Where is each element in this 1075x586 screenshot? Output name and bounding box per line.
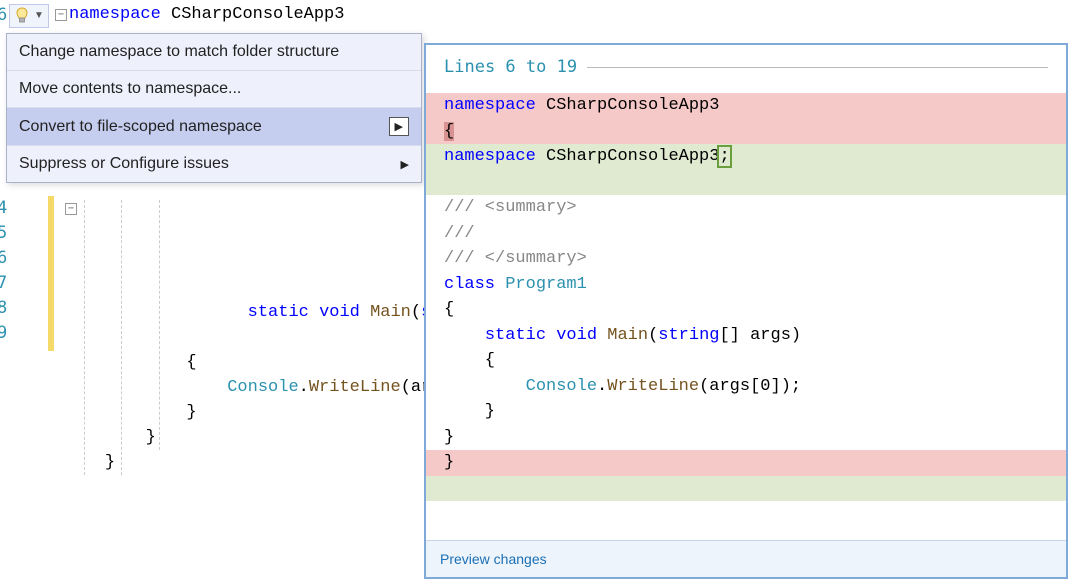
menu-item-move-contents[interactable]: Move contents to namespace... [7, 71, 421, 108]
line-number: 6 [0, 5, 7, 25]
namespace-name: CSharpConsoleApp3 [171, 5, 344, 24]
menu-item-change-namespace[interactable]: Change namespace to match folder structu… [7, 34, 421, 71]
code-line: class Program1 [426, 272, 1066, 298]
code-line: /// [426, 221, 1066, 247]
diff-removed-line: { [426, 119, 1066, 145]
fold-toggle[interactable] [55, 9, 67, 21]
submenu-arrow-icon: ▶ [401, 158, 409, 171]
line-number: 5 [0, 223, 7, 243]
preview-changes-link[interactable]: Preview changes [440, 551, 547, 567]
lightbulb-menu: Change namespace to match folder structu… [6, 33, 422, 183]
menu-item-suppress-configure[interactable]: Suppress or Configure issues ▶ [7, 146, 421, 182]
code-line: } [426, 425, 1066, 451]
preview-footer: Preview changes [426, 540, 1066, 577]
code-line: } [426, 399, 1066, 425]
diff-added-line: namespace CSharpConsoleApp3; [426, 144, 1066, 170]
code-line: Console.WriteLine(args[0]); [426, 374, 1066, 400]
code-line: { [426, 348, 1066, 374]
preview-title: Lines 6 to 19 [444, 57, 577, 77]
lightbulb-icon [14, 7, 30, 25]
lightbulb-button[interactable]: ▼ [9, 4, 49, 28]
line-number: 6 [0, 248, 7, 268]
chevron-down-icon: ▼ [34, 11, 44, 21]
change-indicator-bar [48, 196, 54, 351]
keyword: namespace [69, 5, 161, 24]
diff-removed-line: namespace CSharpConsoleApp3 [426, 93, 1066, 119]
code-line[interactable]: namespace CSharpConsoleApp3 [69, 5, 344, 24]
code-line: /// </summary> [426, 246, 1066, 272]
diff-added-line [426, 170, 1066, 196]
lightbulb-actions: ▼ [9, 4, 49, 28]
code-line: static void Main(string[] args) [426, 323, 1066, 349]
diff-removed-line: } [426, 450, 1066, 476]
code-line: { [426, 297, 1066, 323]
code-editor: 6 4 5 6 7 8 9 ▼ namespace CSharpConsoleA… [0, 0, 1075, 586]
line-number: 9 [0, 323, 7, 343]
divider [587, 67, 1048, 68]
code-line: /// <summary> [426, 195, 1066, 221]
preview-header: Lines 6 to 19 [426, 45, 1066, 77]
diff-added-line [426, 476, 1066, 502]
preview-code: namespace CSharpConsoleApp3 { namespace … [426, 77, 1066, 540]
submenu-arrow-icon: ▶ [389, 117, 409, 136]
menu-item-convert-file-scoped[interactable]: Convert to file-scoped namespace ▶ [7, 108, 421, 146]
line-number: 4 [0, 198, 7, 218]
line-number: 8 [0, 298, 7, 318]
line-number: 7 [0, 273, 7, 293]
preview-panel: Lines 6 to 19 namespace CSharpConsoleApp… [424, 43, 1068, 579]
